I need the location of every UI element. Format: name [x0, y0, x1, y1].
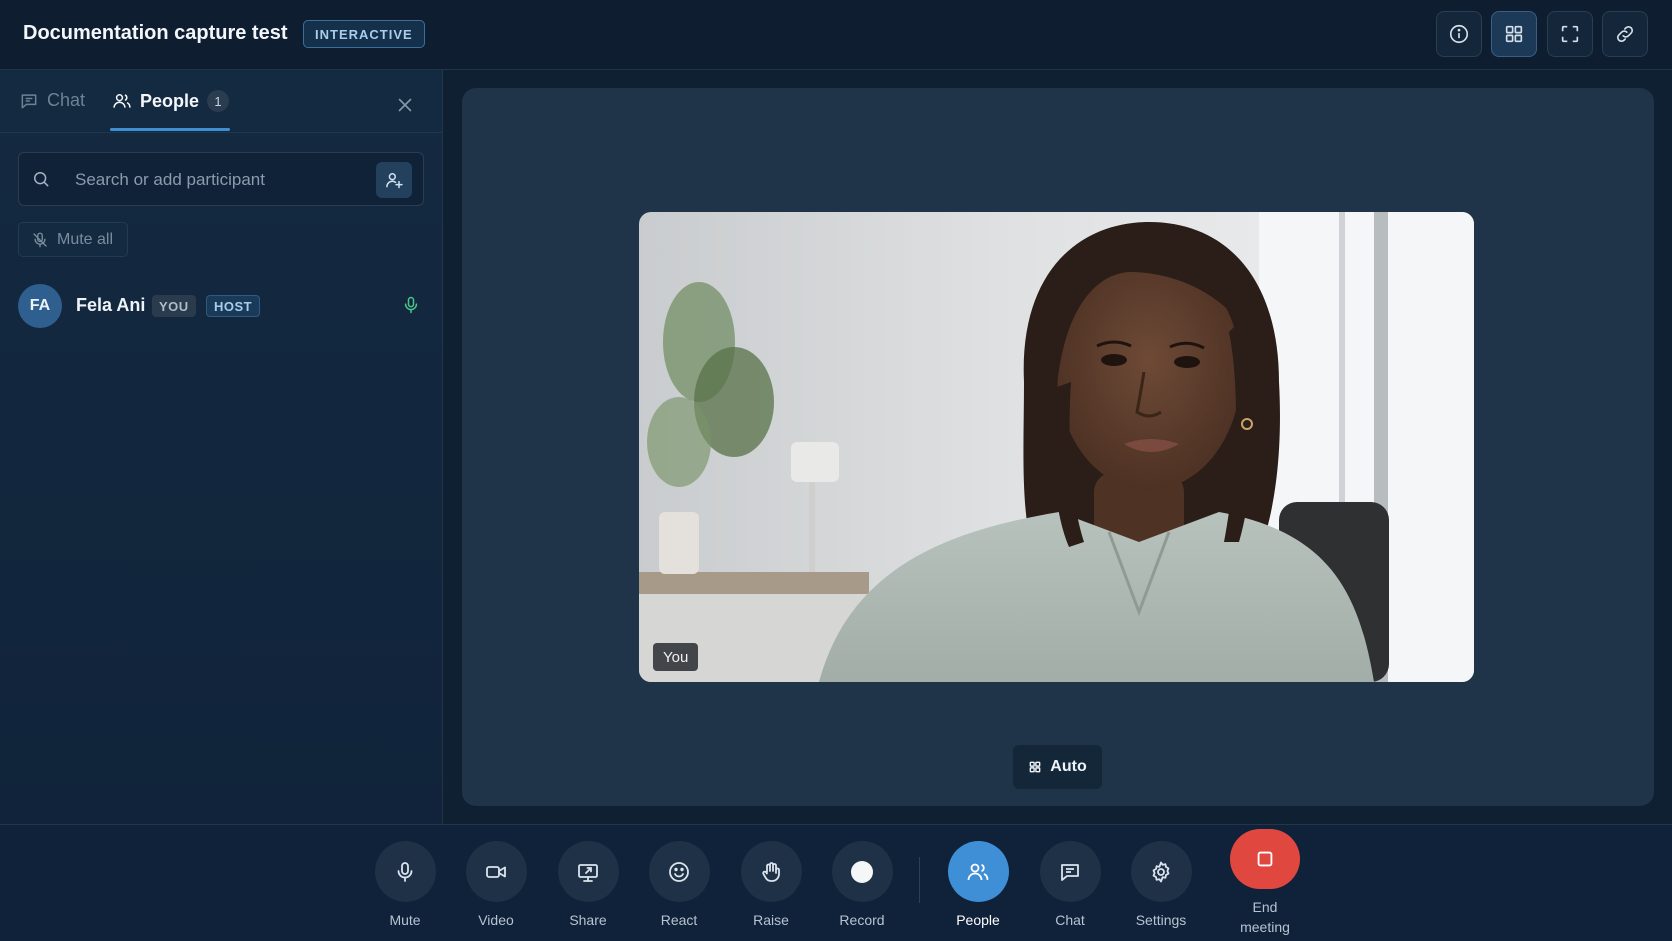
chat-button[interactable]: Chat [1025, 841, 1115, 930]
video-name-label: You [653, 643, 699, 671]
mute-all-button[interactable]: Mute all [18, 222, 129, 257]
control-bar: Mute Video Share React Raise Record Peop… [0, 824, 1672, 941]
close-panel-button[interactable] [394, 94, 416, 116]
record-button[interactable]: Record [817, 841, 907, 930]
smiley-icon [667, 860, 691, 884]
share-label: Share [569, 912, 607, 928]
search-icon [31, 169, 51, 189]
tab-people[interactable]: People 1 [112, 90, 230, 112]
video-label: Video [478, 912, 514, 928]
layout-auto-label: Auto [1050, 758, 1087, 775]
host-tag: HOST [206, 295, 261, 317]
microphone-on-icon [401, 295, 421, 315]
raise-hand-icon [759, 860, 783, 884]
chat-icon [1058, 860, 1082, 884]
grid-icon [1028, 760, 1042, 774]
panel-tabs: Chat People 1 [0, 70, 443, 133]
tab-people-label: People [140, 90, 200, 111]
people-label: People [956, 912, 1000, 928]
tab-chat-label: Chat [47, 90, 86, 110]
you-tag: YOU [152, 295, 196, 317]
self-video-tile[interactable] [639, 212, 1474, 682]
fullscreen-icon [1559, 23, 1581, 45]
people-panel: Chat People 1 Mute all [0, 70, 443, 824]
settings-label: Settings [1135, 912, 1187, 928]
participant-name: Fela Ani [76, 295, 146, 315]
grid-icon [1503, 23, 1525, 45]
meeting-title: Documentation capture test [23, 22, 288, 44]
active-tab-indicator [110, 128, 230, 131]
interactive-badge: INTERACTIVE [303, 20, 425, 48]
camera-feed-image [639, 212, 1474, 682]
participant-count-badge: 1 [207, 90, 230, 112]
video-button[interactable]: Video [451, 841, 541, 930]
control-divider [919, 857, 920, 903]
search-input[interactable] [75, 163, 355, 197]
chat-icon [19, 91, 39, 111]
meeting-header: Documentation capture test INTERACTIVE [0, 0, 1672, 70]
avatar: FA [18, 284, 62, 328]
record-icon [850, 860, 874, 884]
info-icon [1448, 23, 1470, 45]
react-label: React [660, 912, 698, 928]
screen-share-icon [576, 860, 600, 884]
chat-label: Chat [1055, 912, 1085, 928]
add-person-icon [384, 170, 404, 190]
add-participant-button[interactable] [376, 162, 412, 198]
mute-button[interactable]: Mute [360, 841, 450, 930]
video-camera-icon [484, 860, 508, 884]
raise-label: Raise [753, 912, 789, 928]
mic-off-icon [31, 231, 49, 249]
end-meeting-label: End meeting [1240, 899, 1290, 935]
stop-icon [1254, 848, 1276, 870]
layout-auto-button[interactable]: Auto [1013, 745, 1102, 789]
info-button[interactable] [1436, 11, 1482, 57]
close-icon [394, 94, 416, 116]
people-icon [966, 860, 990, 884]
people-button[interactable]: People [933, 841, 1023, 930]
fullscreen-button[interactable] [1547, 11, 1593, 57]
end-meeting-button[interactable]: End meeting [1220, 829, 1310, 937]
react-button[interactable]: React [634, 841, 724, 930]
mute-label: Mute [389, 912, 421, 928]
copy-link-button[interactable] [1602, 11, 1648, 57]
raise-hand-button[interactable]: Raise [726, 841, 816, 930]
participant-row[interactable]: FA Fela Ani YOU HOST [18, 284, 424, 328]
people-icon [112, 91, 132, 111]
record-label: Record [839, 912, 885, 928]
microphone-icon [393, 860, 417, 884]
grid-layout-button[interactable] [1491, 11, 1537, 57]
share-button[interactable]: Share [543, 841, 633, 930]
tab-chat[interactable]: Chat [19, 90, 85, 111]
gear-icon [1149, 860, 1173, 884]
participant-search [18, 152, 424, 206]
link-icon [1614, 23, 1636, 45]
settings-button[interactable]: Settings [1116, 841, 1206, 930]
mute-all-label: Mute all [57, 230, 114, 248]
